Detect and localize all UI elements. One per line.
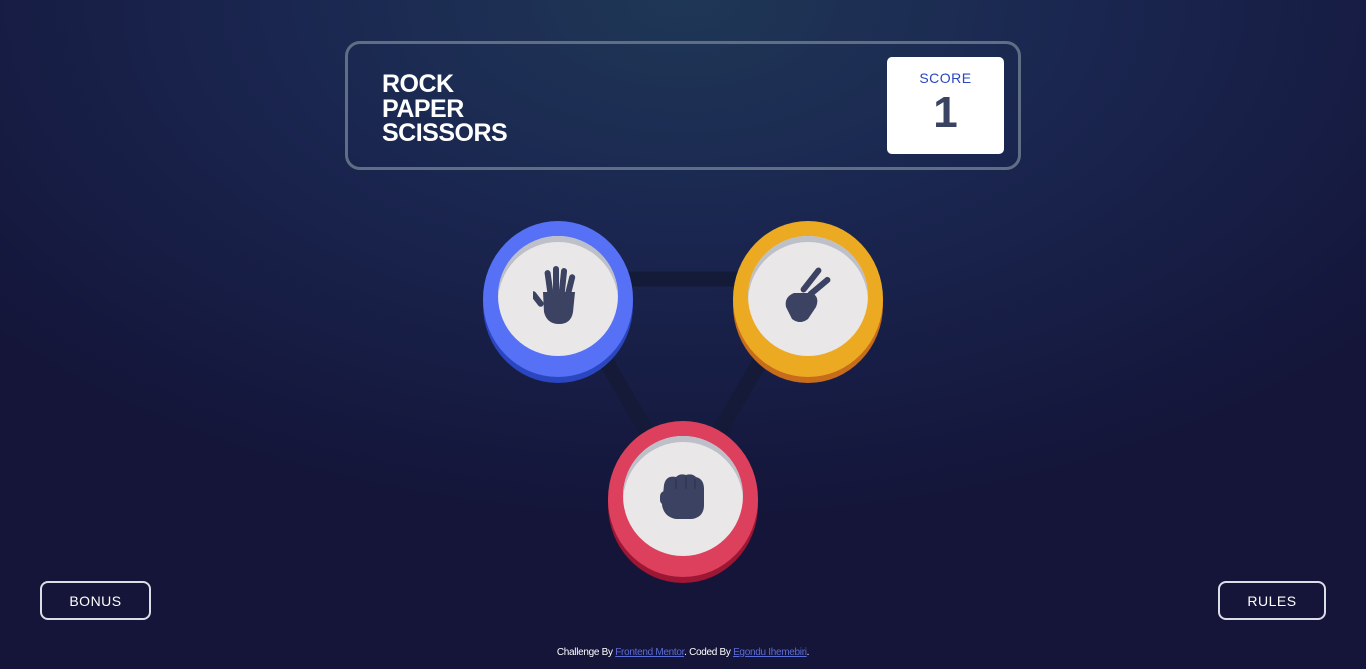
rock-token-face bbox=[623, 436, 743, 556]
rock-fist-icon bbox=[660, 474, 704, 519]
frontend-mentor-link[interactable]: Frontend Mentor bbox=[615, 647, 684, 658]
paper-token-face bbox=[498, 236, 618, 356]
paper-token-button[interactable] bbox=[483, 221, 633, 377]
challenge-prefix: Challenge By bbox=[556, 647, 616, 658]
scissors-token-face bbox=[748, 236, 868, 356]
coded-prefix: . Coded By bbox=[684, 647, 734, 658]
bonus-button[interactable]: BONUS bbox=[40, 581, 151, 620]
paper-hand-icon bbox=[533, 266, 576, 324]
attribution-footer: Challenge By Frontend Mentor. Coded By E… bbox=[0, 647, 1366, 658]
scissors-hand-icon bbox=[785, 267, 831, 322]
scissors-token-button[interactable] bbox=[733, 221, 883, 377]
rules-button[interactable]: RULES bbox=[1218, 581, 1326, 620]
footer-suffix: . bbox=[806, 647, 810, 658]
rock-token-button[interactable] bbox=[608, 421, 758, 577]
author-link[interactable]: Egondu Ihemebiri bbox=[733, 647, 807, 658]
